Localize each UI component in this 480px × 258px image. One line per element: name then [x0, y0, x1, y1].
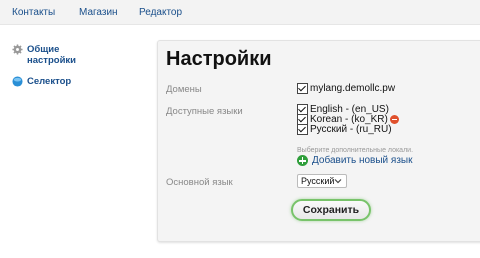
- select-value: Русский: [301, 176, 335, 186]
- available-languages-label: Доступные языки: [166, 106, 243, 117]
- checkbox-checked[interactable]: [297, 83, 308, 94]
- chevron-down-icon: [334, 179, 342, 184]
- save-button[interactable]: Сохранить: [291, 199, 371, 221]
- remove-icon[interactable]: [389, 115, 399, 124]
- sidebar-item-label: Селектор: [27, 76, 72, 87]
- locale-hint: Выберите дополнительные локали.: [297, 147, 414, 154]
- add-icon: [297, 155, 308, 166]
- sidebar-item-general-settings[interactable]: Общие настройки: [12, 44, 76, 66]
- top-navigation: Контакты Магазин Редактор: [0, 0, 480, 25]
- sidebar-item-label: Общие настройки: [27, 44, 76, 66]
- globe-icon: [12, 76, 23, 87]
- checkbox-checked[interactable]: [297, 124, 308, 135]
- main-language-label: Основной язык: [166, 177, 233, 188]
- add-language-link[interactable]: Добавить новый язык: [297, 155, 412, 166]
- main-language-select[interactable]: Русский: [297, 174, 347, 188]
- nav-link-editor[interactable]: Редактор: [139, 7, 182, 18]
- domain-checkbox-row[interactable]: mylang.demollc.pw: [297, 83, 395, 94]
- domains-label: Домены: [166, 84, 202, 95]
- nav-link-shop[interactable]: Магазин: [79, 7, 118, 18]
- language-label: Русский - (ru_RU): [310, 124, 392, 135]
- add-language-label: Добавить новый язык: [312, 155, 413, 166]
- page-title: Настройки: [166, 48, 272, 70]
- domain-name: mylang.demollc.pw: [310, 83, 396, 94]
- settings-panel: Настройки Домены mylang.demollc.pw Досту…: [157, 40, 480, 242]
- sidebar-item-selector[interactable]: Селектор: [12, 76, 71, 87]
- language-item-ru[interactable]: Русский - (ru_RU): [297, 124, 392, 135]
- gear-icon: [12, 44, 23, 55]
- nav-link-contacts[interactable]: Контакты: [12, 7, 55, 18]
